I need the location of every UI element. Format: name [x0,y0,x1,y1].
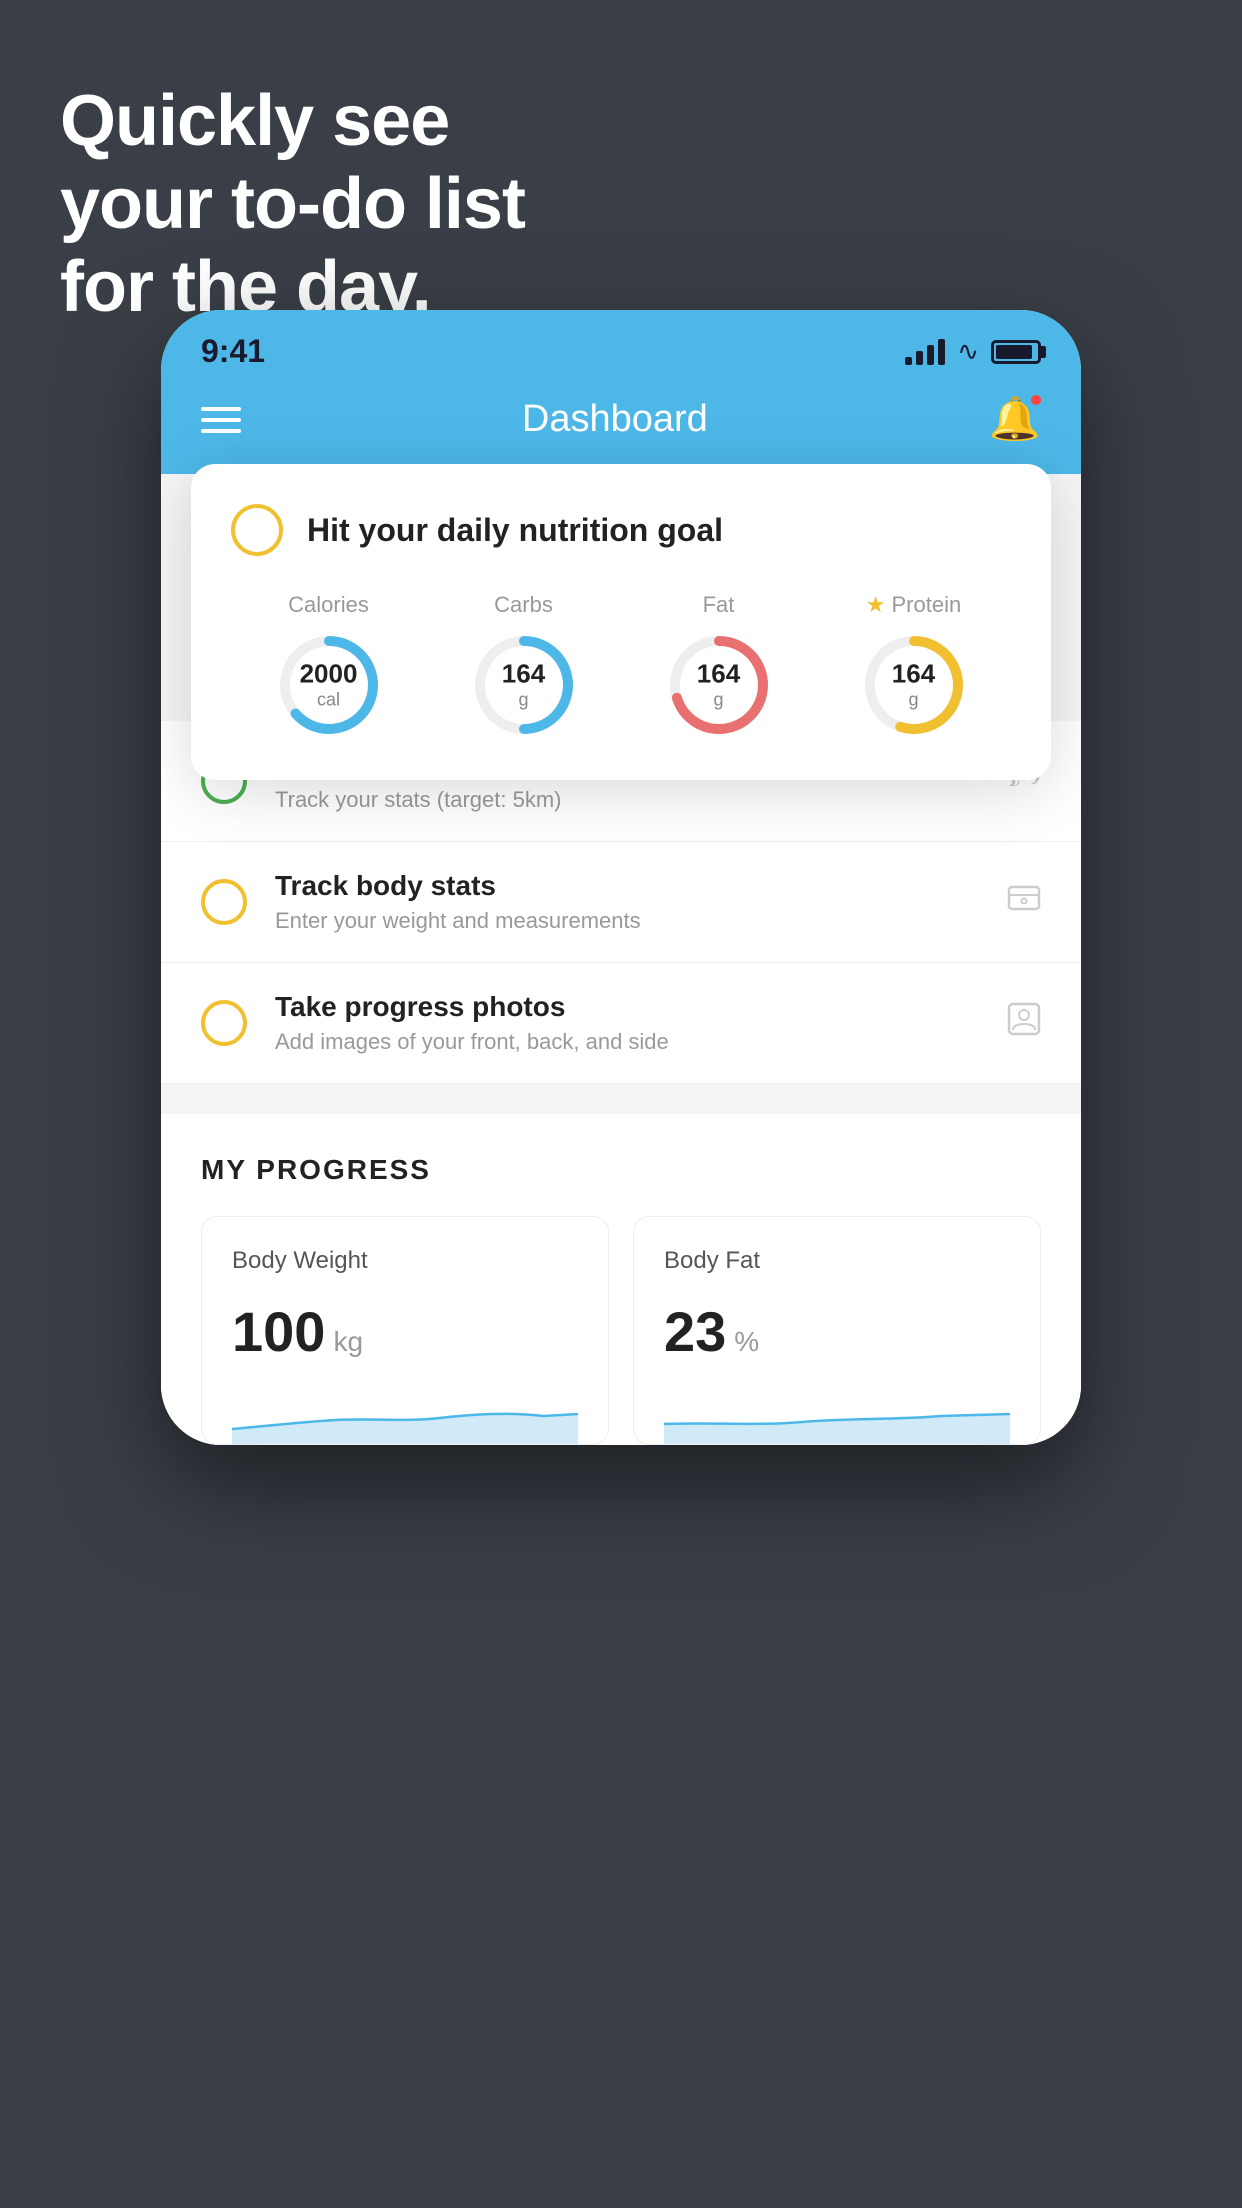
body-weight-unit: kg [333,1326,363,1358]
phone-wrapper: 9:41 ∿ Dashboard [161,310,1081,1445]
calories-value: 2000 [300,659,358,690]
progress-section: MY PROGRESS Body Weight 100 kg [161,1114,1081,1445]
todo-circle-photos [201,1000,247,1046]
fat-label: Fat [703,592,735,618]
status-bar: 9:41 ∿ [161,310,1081,375]
status-icons: ∿ [905,336,1041,367]
body-fat-chart [664,1384,1010,1444]
fat-donut: 164 g [664,630,774,740]
card-title: Hit your daily nutrition goal [307,512,723,549]
body-weight-chart [232,1384,578,1444]
body-weight-value-row: 100 kg [232,1299,578,1364]
nutrition-protein: ★ Protein 164 g [859,592,969,740]
carbs-donut: 164 g [469,630,579,740]
nutrition-fat: Fat 164 g [664,592,774,740]
status-time: 9:41 [201,333,265,370]
todo-item-photos[interactable]: Take progress photos Add images of your … [161,963,1081,1084]
calories-unit: cal [300,690,358,712]
hero-text: Quickly see your to-do list for the day. [60,80,525,328]
todo-photos-sub: Add images of your front, back, and side [275,1029,1007,1055]
content-area: THINGS TO DO TODAY Hit your daily nutrit… [161,474,1081,1445]
task-check-circle[interactable] [231,504,283,556]
body-fat-value-row: 23 % [664,1299,1010,1364]
protein-label: ★ Protein [866,592,961,618]
notification-badge [1029,393,1043,407]
todo-bodystats-title: Track body stats [275,870,1007,902]
notification-button[interactable]: 🔔 [989,395,1041,444]
fat-unit: g [697,690,740,712]
battery-icon [991,340,1041,364]
protein-unit: g [892,690,935,712]
todo-circle-bodystats [201,879,247,925]
todo-bodystats-sub: Enter your weight and measurements [275,908,1007,934]
wifi-icon: ∿ [957,336,979,367]
nutrition-card: Hit your daily nutrition goal Calories [191,464,1051,780]
nutrition-carbs: Carbs 164 g [469,592,579,740]
scale-icon [1007,881,1041,924]
calories-label: Calories [288,592,369,618]
body-fat-label: Body Fat [664,1247,1010,1275]
body-fat-value: 23 [664,1299,726,1364]
calories-donut: 2000 cal [274,630,384,740]
carbs-label: Carbs [494,592,553,618]
body-weight-card: Body Weight 100 kg [201,1216,609,1445]
app-header: Dashboard 🔔 [161,375,1081,474]
fat-value: 164 [697,659,740,690]
todo-running-sub: Track your stats (target: 5km) [275,787,1008,813]
carbs-unit: g [502,690,545,712]
protein-donut: 164 g [859,630,969,740]
body-fat-unit: % [734,1326,759,1358]
nutrition-calories: Calories 2000 cal [274,592,384,740]
person-icon [1007,1002,1041,1045]
signal-icon [905,339,945,365]
body-weight-value: 100 [232,1299,325,1364]
nutrition-row: Calories 2000 cal [231,592,1011,740]
phone-frame: 9:41 ∿ Dashboard [161,310,1081,1445]
body-fat-card: Body Fat 23 % [633,1216,1041,1445]
progress-title: MY PROGRESS [201,1154,1041,1186]
card-header: Hit your daily nutrition goal [231,504,1011,556]
header-title: Dashboard [522,398,708,441]
progress-cards: Body Weight 100 kg Bo [201,1216,1041,1445]
carbs-value: 164 [502,659,545,690]
todo-photos-title: Take progress photos [275,991,1007,1023]
protein-value: 164 [892,659,935,690]
menu-button[interactable] [201,407,241,433]
todo-item-bodystats[interactable]: Track body stats Enter your weight and m… [161,842,1081,963]
star-icon: ★ [866,592,886,618]
body-weight-label: Body Weight [232,1247,578,1275]
